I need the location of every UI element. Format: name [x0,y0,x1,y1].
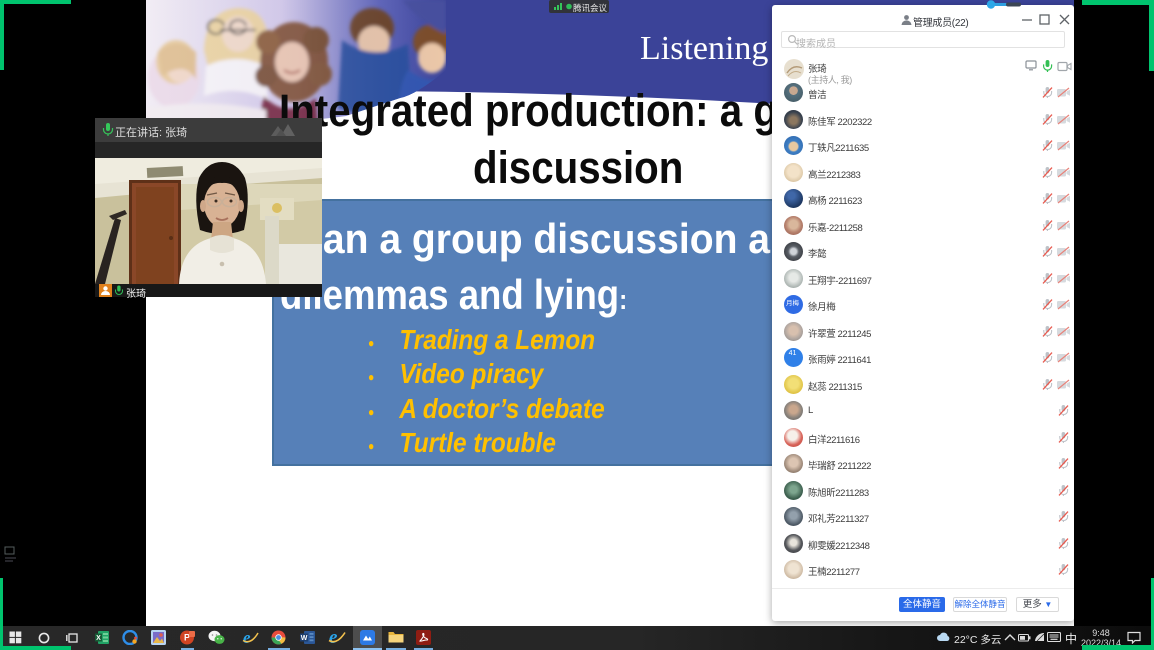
svg-text:W: W [301,635,308,642]
svg-text:e: e [243,629,251,646]
svg-text:e: e [329,628,338,646]
svg-text:X: X [96,635,101,642]
